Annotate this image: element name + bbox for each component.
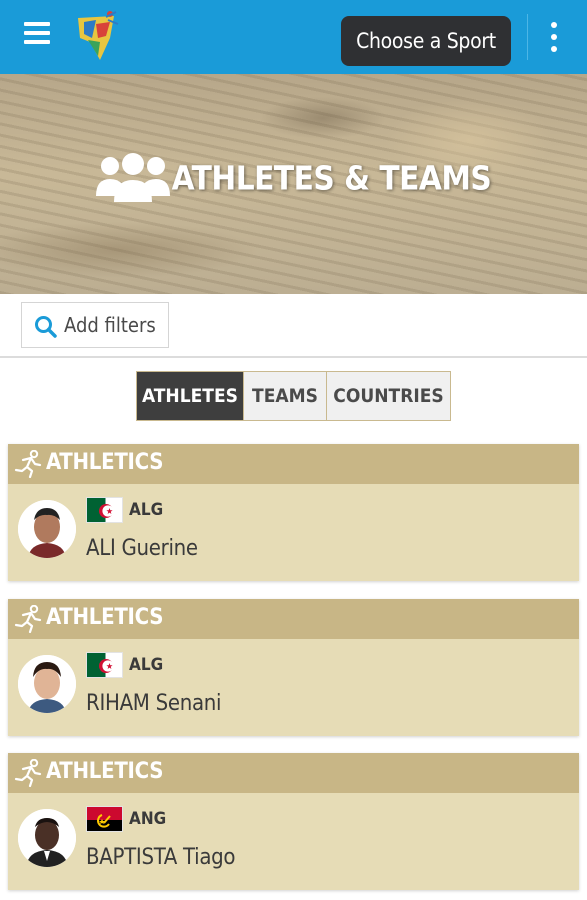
athlete-card[interactable]: ATHLETICS ALG ALI Guerine <box>8 444 579 581</box>
country-code: ALG <box>129 655 164 675</box>
kebab-menu-icon[interactable] <box>548 22 560 52</box>
avatar[interactable] <box>18 500 76 558</box>
card-header: ATHLETICS <box>8 599 579 639</box>
athlete-name[interactable]: ALI Guerine <box>86 536 198 561</box>
athlete-card[interactable]: ATHLETICS ANG BAPTISTA Tiago <box>8 753 579 890</box>
avatar[interactable] <box>18 655 76 713</box>
app-logo[interactable] <box>70 8 122 66</box>
sport-label: ATHLETICS <box>46 605 164 630</box>
avatar[interactable] <box>18 809 76 867</box>
card-header: ATHLETICS <box>8 753 579 793</box>
toolbar-divider <box>527 14 528 60</box>
add-filters-label: Add filters <box>64 313 156 337</box>
athlete-card[interactable]: ATHLETICS ALG RIHAM Senani <box>8 599 579 736</box>
country-code: ALG <box>129 500 164 520</box>
running-icon <box>14 450 42 478</box>
athlete-name[interactable]: RIHAM Senani <box>86 691 222 716</box>
angola-flag <box>86 806 123 832</box>
tab-countries[interactable]: COUNTRIES <box>326 372 450 420</box>
view-tabs: ATHLETES TEAMS COUNTRIES <box>136 371 451 421</box>
users-group-icon <box>95 152 170 204</box>
sport-label: ATHLETICS <box>46 759 164 784</box>
sport-label: ATHLETICS <box>46 450 164 475</box>
hero-title-text: ATHLETES & TEAMS <box>171 158 492 198</box>
app-bar: Choose a Sport <box>0 0 587 74</box>
card-header: ATHLETICS <box>8 444 579 484</box>
athlete-name[interactable]: BAPTISTA Tiago <box>86 845 236 870</box>
search-icon <box>35 316 57 338</box>
algeria-flag <box>86 497 123 523</box>
country-code: ANG <box>129 809 167 829</box>
hamburger-icon[interactable] <box>24 22 50 44</box>
add-filters-button[interactable]: Add filters <box>21 302 169 348</box>
tab-teams[interactable]: TEAMS <box>243 372 326 420</box>
running-icon <box>14 605 42 633</box>
page-title: ATHLETES & TEAMS <box>0 152 587 204</box>
section-divider <box>0 356 587 358</box>
choose-sport-button[interactable]: Choose a Sport <box>341 16 511 66</box>
hero-banner: ATHLETES & TEAMS <box>0 74 587 294</box>
algeria-flag <box>86 652 123 678</box>
tab-athletes[interactable]: ATHLETES <box>137 372 243 420</box>
running-icon <box>14 759 42 787</box>
